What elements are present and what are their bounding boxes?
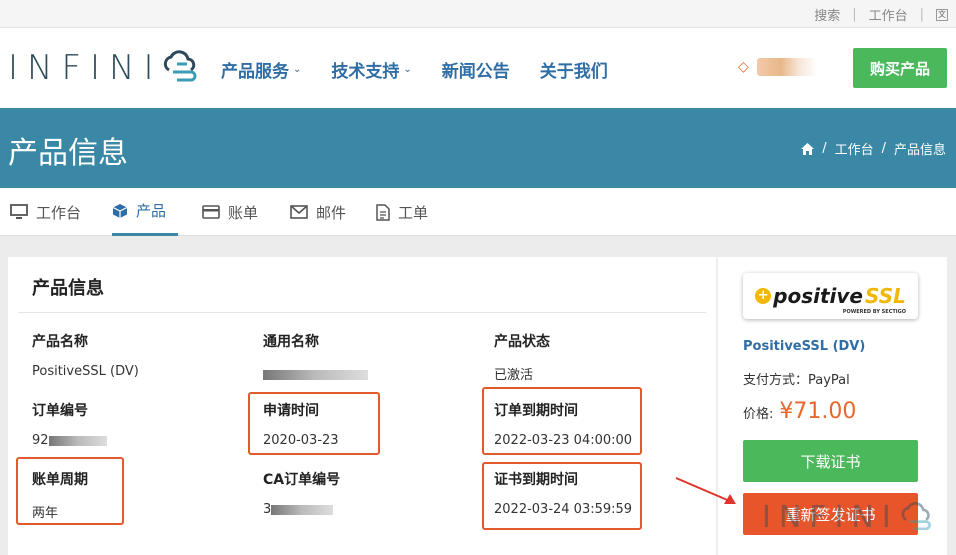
tab-label: 产品 xyxy=(136,202,167,220)
divider: | xyxy=(919,7,924,22)
utility-bar: 搜索 | 工作台 | 文 xyxy=(0,0,956,28)
tab-ticket[interactable]: 工单 xyxy=(376,188,428,236)
order-number-label: 订单编号 xyxy=(32,403,88,419)
tab-workbench[interactable]: 工作台 xyxy=(10,188,81,236)
price-value: ¥71.00 xyxy=(779,399,857,424)
tab-bar: 工作台 产品 账单 邮件 工单 xyxy=(0,188,956,236)
tab-label: 工单 xyxy=(398,203,429,222)
nav-label: 新闻公告 xyxy=(441,62,510,82)
page-title: 产品信息 xyxy=(8,136,128,171)
ca-order-value: 3 xyxy=(263,502,334,517)
product-name-value: PositiveSSL (DV) xyxy=(32,364,139,379)
annotation-arrow-icon xyxy=(675,477,736,504)
status-label: 产品状态 xyxy=(494,334,550,350)
username-redacted xyxy=(756,58,817,76)
positivessl-logo: + positive SSL POWERED BY SECTIGO xyxy=(743,273,918,319)
order-number-prefix: 92 xyxy=(32,433,49,448)
tab-label: 账单 xyxy=(228,203,259,222)
reissue-cert-button[interactable]: 重新签发证书 xyxy=(743,493,918,535)
plus-icon: + xyxy=(755,288,772,304)
diamond-icon: ◇ xyxy=(738,59,749,75)
cube-icon xyxy=(112,203,128,218)
breadcrumb: / 工作台 / 产品信息 xyxy=(801,139,946,158)
breadcrumb-sep: / xyxy=(822,141,827,156)
logo-text: INFINI xyxy=(8,48,163,88)
credit-card-icon xyxy=(202,205,220,219)
tab-mail[interactable]: 邮件 xyxy=(290,188,346,236)
product-name-label: 产品名称 xyxy=(32,334,88,350)
language-icon[interactable]: 文 xyxy=(936,8,948,21)
tab-label: 工作台 xyxy=(36,203,82,222)
common-name-label: 通用名称 xyxy=(263,334,319,350)
document-icon xyxy=(376,203,390,221)
breadcrumb-sep: / xyxy=(881,141,886,156)
home-icon[interactable] xyxy=(801,142,815,155)
header: INFINI 产品服务 ⌄ 技术支持 ⌄ 新闻公告 关于我们 ◇ 购买产品 xyxy=(0,28,956,108)
highlight-order-expire xyxy=(482,387,642,455)
tab-products[interactable]: 产品 xyxy=(112,188,178,236)
logo-ssl: SSL xyxy=(865,284,906,308)
cloud-logo-icon xyxy=(163,50,196,82)
divider xyxy=(18,312,706,313)
main-nav: 产品服务 ⌄ 技术支持 ⌄ 新闻公告 关于我们 xyxy=(221,57,608,82)
nav-products[interactable]: 产品服务 ⌄ xyxy=(221,57,301,82)
logo-text: positive xyxy=(773,284,863,308)
highlight-billing-cycle xyxy=(16,457,124,525)
envelope-icon xyxy=(290,205,308,219)
highlight-cert-expire xyxy=(482,462,642,530)
price-label: 价格: xyxy=(743,407,774,422)
nav-label: 关于我们 xyxy=(539,62,608,82)
buy-product-button[interactable]: 购买产品 xyxy=(853,48,947,88)
workbench-link[interactable]: 工作台 xyxy=(869,5,908,24)
common-name-value-redacted xyxy=(263,367,368,382)
nav-news[interactable]: 新闻公告 xyxy=(442,57,510,82)
page-banner: 产品信息 / 工作台 / 产品信息 xyxy=(0,108,956,188)
divider: | xyxy=(852,7,857,22)
tab-billing[interactable]: 账单 xyxy=(202,188,258,236)
monitor-icon xyxy=(10,204,28,219)
payment-method: 支付方式：PayPal xyxy=(743,373,850,388)
breadcrumb-workbench[interactable]: 工作台 xyxy=(835,139,874,158)
highlight-apply-time xyxy=(248,392,380,455)
logo-subtext: POWERED BY SECTIGO xyxy=(842,309,906,315)
chevron-down-icon: ⌄ xyxy=(403,64,412,75)
card-title: 产品信息 xyxy=(32,278,104,299)
search-link[interactable]: 搜索 xyxy=(814,5,840,24)
logo[interactable]: INFINI xyxy=(8,48,201,88)
product-side-panel: + positive SSL POWERED BY SECTIGO Positiv… xyxy=(717,257,947,555)
breadcrumb-current: 产品信息 xyxy=(893,143,946,158)
nav-label: 技术支持 xyxy=(331,62,400,82)
tab-label: 邮件 xyxy=(316,203,347,222)
download-cert-button[interactable]: 下载证书 xyxy=(743,440,918,482)
nav-about[interactable]: 关于我们 xyxy=(540,57,608,82)
chevron-down-icon: ⌄ xyxy=(293,64,302,75)
nav-support[interactable]: 技术支持 ⌄ xyxy=(331,57,411,82)
price-row: 价格: ¥71.00 xyxy=(743,399,856,424)
nav-label: 产品服务 xyxy=(221,62,289,82)
product-info-card: 产品信息 产品名称 PositiveSSL (DV) 通用名称 产品状态 已激活… xyxy=(8,257,716,555)
order-number-value: 92 xyxy=(32,433,107,448)
user-menu[interactable]: ◇ xyxy=(738,58,817,76)
ca-order-prefix: 3 xyxy=(263,502,272,517)
status-value: 已激活 xyxy=(494,368,534,383)
product-name-link[interactable]: PositiveSSL (DV) xyxy=(743,339,865,354)
ca-order-label: CA订单编号 xyxy=(263,472,341,488)
